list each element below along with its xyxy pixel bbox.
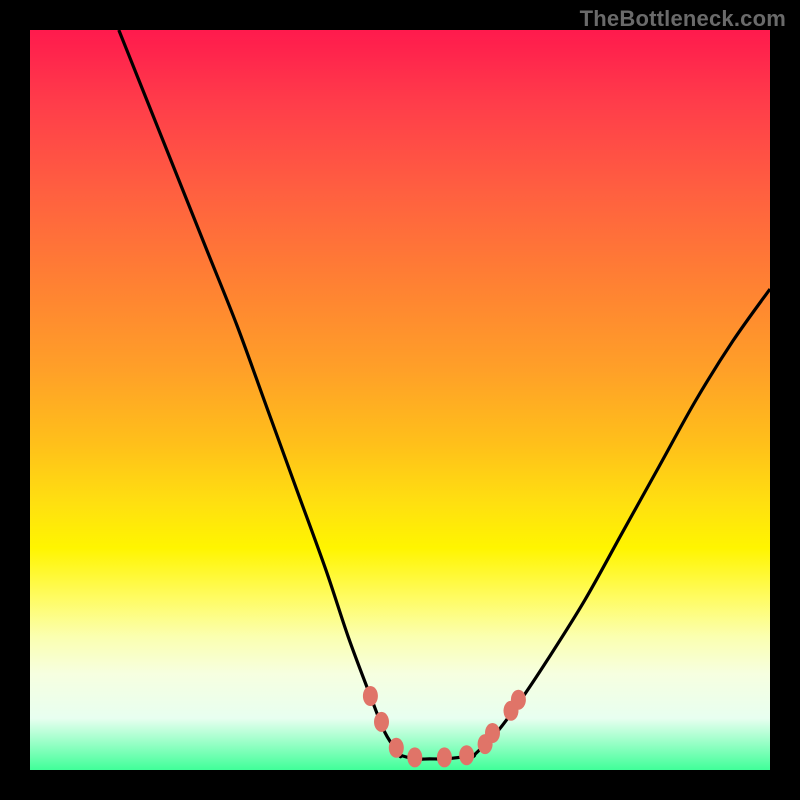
curve-marker — [363, 686, 378, 706]
curve-marker — [374, 712, 389, 732]
bottleneck-curve — [30, 30, 770, 770]
plot-area — [30, 30, 770, 770]
chart-frame: TheBottleneck.com — [0, 0, 800, 800]
curve-marker — [437, 747, 452, 767]
curve-path — [119, 30, 770, 759]
curve-marker — [459, 745, 474, 765]
curve-marker — [511, 690, 526, 710]
curve-marker — [485, 723, 500, 743]
curve-marker — [389, 738, 404, 758]
attribution-watermark: TheBottleneck.com — [580, 6, 786, 32]
curve-marker — [407, 747, 422, 767]
